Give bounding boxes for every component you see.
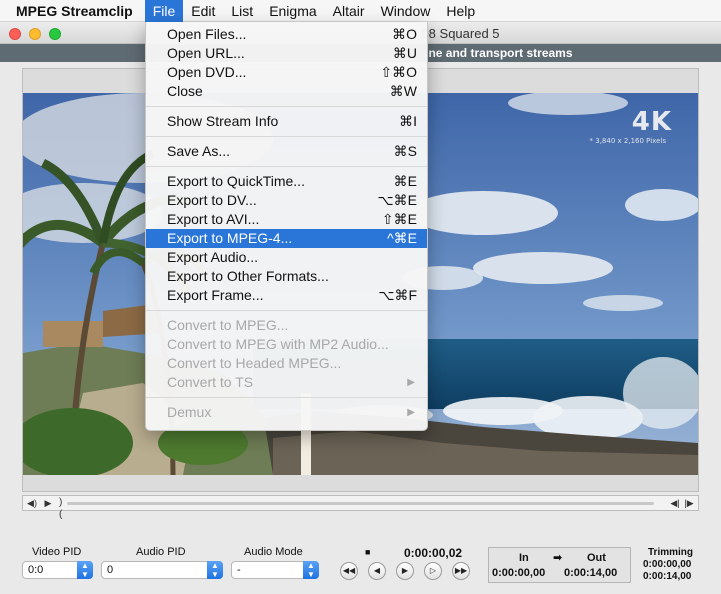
out-timecode: 0:00:14,00 xyxy=(564,567,618,579)
step-forward-button-icon[interactable]: ▷ xyxy=(424,562,442,580)
trim-start-timecode: 0:00:00,00 xyxy=(643,559,692,570)
menu-item-demux: Demux ▶ xyxy=(167,404,415,420)
menu-item-export-other-formats[interactable]: Export to Other Formats... xyxy=(146,267,427,286)
play-button-icon[interactable]: ▶ xyxy=(396,562,414,580)
timeline-track[interactable] xyxy=(67,502,654,505)
arrow-right-icon: ➡ xyxy=(553,552,563,564)
menu-separator xyxy=(146,136,427,137)
menu-altair[interactable]: Altair xyxy=(325,0,373,22)
menu-item-save-as[interactable]: Save As... ⌘S xyxy=(146,142,427,161)
video-pid-label: Video PID xyxy=(32,546,82,558)
menu-separator xyxy=(146,106,427,107)
audio-pid-popup[interactable]: 0 ▲ ▼ xyxy=(101,561,223,579)
menu-list[interactable]: List xyxy=(223,0,261,22)
menu-enigma[interactable]: Enigma xyxy=(261,0,324,22)
menu-item-convert-mpeg-mp2: Convert to MPEG with MP2 Audio... xyxy=(167,336,389,352)
menu-item-convert-headed-mpeg: Convert to Headed MPEG... xyxy=(167,355,342,371)
menu-item-export-quicktime[interactable]: Export to QuickTime... ⌘E xyxy=(146,172,427,191)
chevron-updown-icon: ▲ ▼ xyxy=(207,561,223,579)
menu-item-export-frame[interactable]: Export Frame... ⌥⌘F xyxy=(146,286,427,305)
submenu-arrow-icon: ▶ xyxy=(407,407,415,418)
video-pid-value: 0:0 xyxy=(28,564,44,576)
audio-mode-value: - xyxy=(237,564,241,576)
menu-item-convert-mpeg: Convert to MPEG... xyxy=(167,317,289,333)
fast-forward-icon[interactable]: ▶▶ xyxy=(452,562,470,580)
trim-end-timecode: 0:00:14,00 xyxy=(643,571,692,582)
video-pid-popup[interactable]: 0:0 ▲ ▼ xyxy=(22,561,93,579)
menu-item-export-mpeg4[interactable]: Export to MPEG-4... ^⌘E xyxy=(146,229,427,248)
menu-item-open-files[interactable]: Open Files... ⌘O xyxy=(146,25,427,44)
play-icon[interactable]: ▶ xyxy=(41,497,55,509)
step-back-icon[interactable]: ◀| xyxy=(668,497,682,509)
menu-item-export-dv[interactable]: Export to DV... ⌥⌘E xyxy=(146,191,427,210)
in-label: In xyxy=(519,552,529,564)
audio-mode-label: Audio Mode xyxy=(244,546,303,558)
menu-item-convert-ts: Convert to TS ▶ xyxy=(167,374,415,390)
audio-mode-popup[interactable]: - ▲ ▼ xyxy=(231,561,319,579)
menu-item-show-stream-info[interactable]: Show Stream Info ⌘I xyxy=(146,112,427,131)
speaker-icon[interactable]: ◀) xyxy=(25,497,39,509)
menu-separator xyxy=(146,310,427,311)
trimming-label: Trimming xyxy=(648,547,694,558)
4k-badge: 4K xyxy=(631,107,672,137)
current-timecode: 0:00:00,02 xyxy=(404,546,463,560)
menu-bar: MPEG Streamclip File Edit List Enigma Al… xyxy=(0,0,721,22)
menu-file[interactable]: File xyxy=(144,0,184,22)
menu-item-export-avi[interactable]: Export to AVI... ⇧⌘E xyxy=(146,210,427,229)
menu-item-open-url[interactable]: Open URL... ⌘U xyxy=(146,44,427,63)
app-menu[interactable]: MPEG Streamclip xyxy=(0,0,145,22)
chevron-updown-icon: ▲ ▼ xyxy=(303,561,319,579)
chevron-updown-icon: ▲ ▼ xyxy=(77,561,93,579)
audio-pid-value: 0 xyxy=(107,564,114,576)
menu-window[interactable]: Window xyxy=(373,0,439,22)
file-menu-dropdown: Open Files... ⌘O Open URL... ⌘U Open DVD..… xyxy=(145,22,428,431)
in-timecode: 0:00:00,00 xyxy=(492,567,546,579)
submenu-arrow-icon: ▶ xyxy=(407,377,415,388)
menu-item-open-dvd[interactable]: Open DVD... ⇧⌘O xyxy=(146,63,427,82)
menu-item-close[interactable]: Close ⌘W xyxy=(146,82,427,101)
menu-separator xyxy=(146,397,427,398)
out-label: Out xyxy=(587,552,606,564)
4k-badge-subtitle: * 3,840 x 2,160 Pixels xyxy=(589,137,666,145)
audio-pid-label: Audio PID xyxy=(136,546,186,558)
step-forward-icon[interactable]: |▶ xyxy=(682,497,696,509)
menu-help[interactable]: Help xyxy=(438,0,483,22)
step-back-button-icon[interactable]: ◀ xyxy=(368,562,386,580)
playhead-handle[interactable]: )( xyxy=(59,497,65,520)
in-out-panel: In ➡ Out 0:00:00,00 0:00:14,00 xyxy=(488,547,631,583)
menu-item-export-audio[interactable]: Export Audio... xyxy=(146,248,427,267)
stop-icon[interactable]: ■ xyxy=(365,547,370,557)
menu-separator xyxy=(146,166,427,167)
menu-edit[interactable]: Edit xyxy=(183,0,223,22)
timeline-scrubber[interactable]: ◀) ▶ )( ◀| |▶ xyxy=(22,495,699,520)
rewind-icon[interactable]: ◀◀ xyxy=(340,562,358,580)
